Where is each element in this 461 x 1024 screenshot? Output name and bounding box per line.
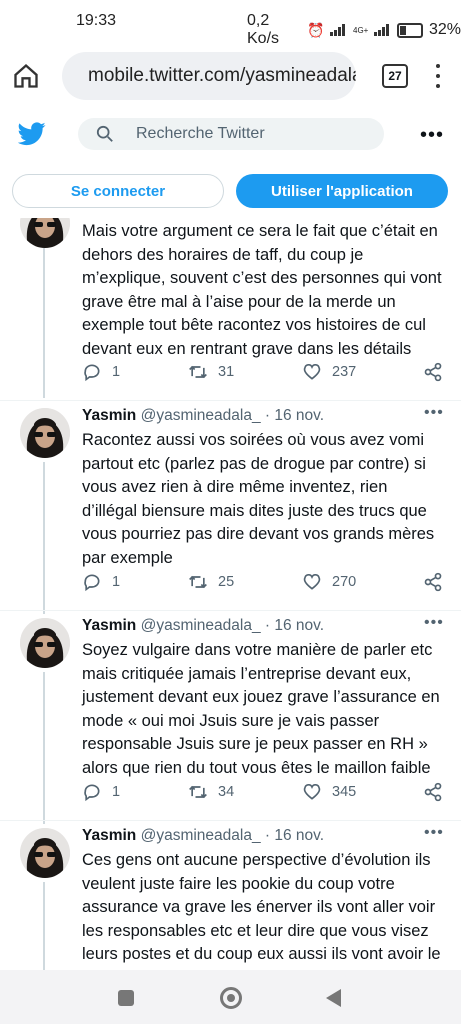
tweet-feed: Mais votre argument ce sera le fait que … [0,218,461,970]
reply-icon [84,364,100,382]
tab-switcher-button[interactable]: 27 [382,64,408,88]
tweet-actions: 1 31 237 [82,362,442,386]
like-count: 270 [332,574,357,590]
alarm-icon: ⏰ [307,21,325,38]
thread-line [43,462,45,614]
retweet-button[interactable]: 34 [188,782,234,802]
retweet-icon [189,575,207,589]
tweet-header: Yasmin @yasmineadala_ · 16 nov. [82,617,324,635]
like-button[interactable]: 237 [302,362,356,382]
reply-count: 1 [112,784,121,800]
tweet-text: Mais votre argument ce sera le fait que … [82,222,442,358]
search-input[interactable]: Recherche Twitter [78,118,384,150]
avatar[interactable] [20,408,70,458]
heart-icon [303,364,321,380]
tweet-header: Yasmin @yasmineadala_ · 16 nov. [82,407,324,425]
reply-button[interactable]: 1 [82,782,120,802]
author-handle[interactable]: @yasmineadala_ [141,827,261,844]
author-name[interactable]: Yasmin [82,407,136,424]
url-text: mobile.twitter.com/yasmineadala [88,65,356,86]
recent-apps-button[interactable] [118,990,134,1006]
retweet-icon [189,785,207,799]
like-count: 345 [332,784,357,800]
tweet-actions: 1 34 345 [82,782,442,806]
reply-icon [84,784,100,802]
heart-icon [303,574,321,590]
home-button[interactable] [220,987,242,1009]
retweet-count: 25 [218,574,235,590]
share-icon[interactable] [423,572,443,592]
battery-icon [396,22,423,38]
tweet-date[interactable]: · 16 nov. [265,617,324,634]
tweet-date[interactable]: · 16 nov. [265,827,324,844]
thread-line [43,882,45,970]
tweet-date[interactable]: · 16 nov. [265,407,324,424]
tweet-more-icon[interactable]: ••• [424,404,444,422]
browser-toolbar: mobile.twitter.com/yasmineadala 27 [0,44,461,109]
retweet-button[interactable]: 25 [188,572,234,592]
search-placeholder: Recherche Twitter [136,125,265,142]
tweet-text: Racontez aussi vos soirées où vous avez … [82,431,435,567]
retweet-icon [189,365,207,379]
home-icon[interactable] [12,62,40,90]
twitter-logo-icon[interactable] [18,122,46,146]
more-options-icon[interactable]: ••• [420,125,444,145]
login-button[interactable]: Se connecter [12,174,224,208]
auth-buttons: Se connecter Utiliser l'application [0,164,461,218]
address-bar[interactable]: mobile.twitter.com/yasmineadala [62,52,356,100]
network-type: 4G+ [353,25,369,35]
browser-menu-icon[interactable] [436,64,442,90]
tweet-divider [0,820,461,821]
tweet-actions: 1 25 270 [82,572,442,596]
tweet-text: Ces gens ont aucune perspective d’évolut… [82,851,441,970]
tweet-header: Yasmin @yasmineadala_ · 16 nov. [82,827,324,845]
avatar[interactable] [20,828,70,878]
tweet-text: Soyez vulgaire dans votre manière de par… [82,641,440,777]
battery-level: 32% [428,21,461,38]
author-name[interactable]: Yasmin [82,827,136,844]
signal-icon [330,24,347,36]
signal-icon-2 [374,24,391,36]
status-bar: 19:33 0,2 Ko/s ⏰ 4G+ 32% [0,0,461,47]
share-icon[interactable] [423,362,443,382]
retweet-count: 31 [218,364,235,380]
back-button[interactable] [326,989,341,1007]
avatar[interactable] [20,218,70,248]
share-icon[interactable] [423,782,443,802]
like-button[interactable]: 270 [302,572,356,592]
tweet-divider [0,610,461,611]
system-nav-bar [0,970,461,1024]
reply-button[interactable]: 1 [82,572,120,592]
author-name[interactable]: Yasmin [82,617,136,634]
like-button[interactable]: 345 [302,782,356,802]
thread-line [43,672,45,824]
tweet-divider [0,400,461,401]
author-handle[interactable]: @yasmineadala_ [141,617,261,634]
network-speed: 0,2 Ko/s [247,12,280,47]
heart-icon [303,784,321,800]
tweet-more-icon[interactable]: ••• [424,824,444,842]
twitter-header: Recherche Twitter ••• [0,108,461,164]
reply-button[interactable]: 1 [82,362,120,382]
like-count: 237 [332,364,357,380]
use-app-button[interactable]: Utiliser l'application [236,174,448,208]
reply-icon [84,574,100,592]
author-handle[interactable]: @yasmineadala_ [141,407,261,424]
tweet-more-icon[interactable]: ••• [424,614,444,632]
reply-count: 1 [112,364,121,380]
retweet-button[interactable]: 31 [188,362,234,382]
status-time: 19:33 [76,12,117,29]
reply-count: 1 [112,574,121,590]
retweet-count: 34 [218,784,235,800]
status-indicators: 0,2 Ko/s ⏰ 4G+ 32% [247,12,461,48]
avatar[interactable] [20,618,70,668]
search-icon [96,125,113,142]
